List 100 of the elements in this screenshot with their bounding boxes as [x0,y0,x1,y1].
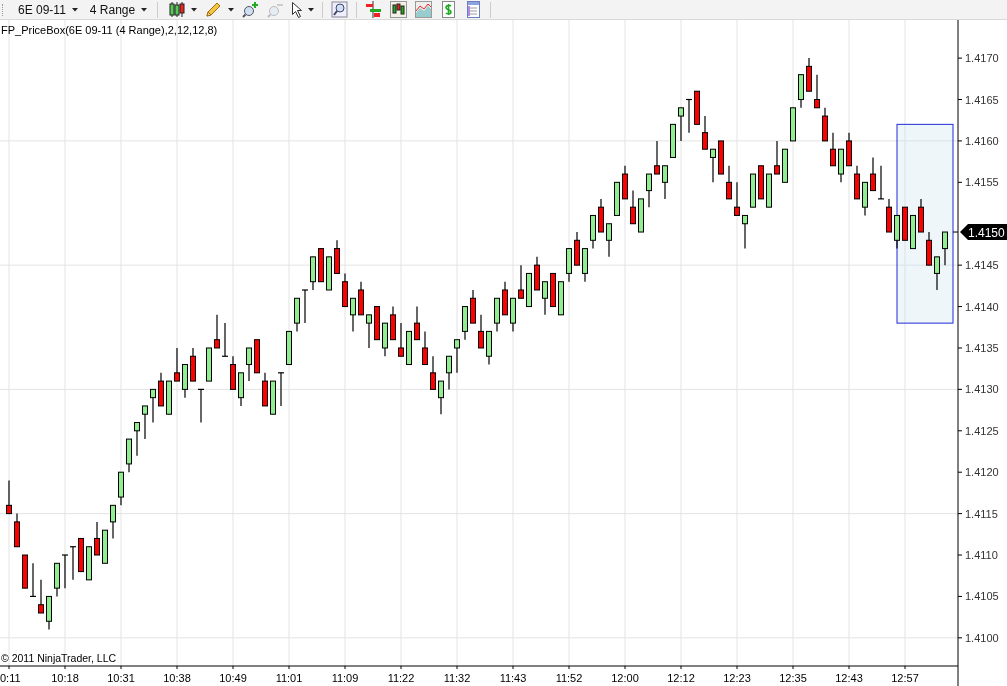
candlestick [582,248,588,283]
caret-icon [141,7,148,12]
candlestick [526,272,532,308]
candlestick [118,471,124,506]
price-label: 1.4140 [965,300,999,313]
candlestick [318,248,324,283]
candlestick [758,165,764,200]
candlestick [174,347,180,382]
candlestick [150,388,156,424]
candlestick [574,231,580,266]
candlestick [830,132,836,167]
time-label: 11:09 [331,672,359,684]
instrument-dropdown[interactable]: 6E 09-11 [14,0,82,19]
candlestick [494,297,500,332]
candlestick [102,529,108,564]
candlestick [646,173,652,208]
candlestick [590,214,596,250]
candlestick [798,74,804,109]
candlestick [110,504,116,540]
candlestick [14,513,20,548]
time-label: 12:00 [611,672,639,684]
candlestick [350,297,356,332]
time-label: 12:43 [835,672,863,684]
price-label: 1.4135 [965,341,999,354]
candlestick [502,281,508,316]
candlestick [638,198,644,233]
price-label: 1.4120 [965,466,999,479]
price-label: 1.4115 [965,507,998,520]
candlestick [374,305,380,341]
candlestick [390,305,396,341]
candlestick [734,181,740,217]
interval-dropdown[interactable]: 4 Range [85,0,152,19]
price-label: 1.4170 [965,52,999,65]
candlestick [190,347,196,382]
candlestick [790,107,796,142]
candlestick [382,322,388,357]
time-label: 11:01 [275,672,303,684]
candlestick [742,214,748,250]
candlestick [846,132,852,167]
candlestick [446,355,452,390]
magnifier-minus-icon [267,1,285,18]
time-label: 11:43 [499,672,527,684]
time-label: 11:22 [387,672,415,684]
candlestick [726,165,732,200]
candlestick [182,363,188,399]
price-label: 1.4155 [965,176,999,189]
price-label: 1.4100 [965,631,999,644]
candlestick [518,264,524,299]
candlestick [430,355,436,390]
price-label: 1.4145 [965,259,999,272]
bar-chart-icon [365,1,383,18]
candlestick [334,239,340,275]
candlestick [406,330,412,366]
price-label: 1.4105 [965,590,999,603]
candlestick [134,421,140,457]
candlestick [478,314,484,349]
time-label: 10:49 [219,672,247,684]
candlestick [622,165,628,200]
price-label: 1.4130 [965,383,999,396]
candlestick [166,380,172,415]
caret-icon [228,7,235,12]
price-label: 1.4165 [965,93,999,106]
candlestick [910,214,916,250]
candlestick [598,198,604,233]
candlestick [86,546,92,581]
candlestick [854,165,860,200]
time-label: 11:52 [555,672,583,684]
candlestick [197,388,205,424]
candlestick [158,372,164,407]
copyright-text: © 2011 NinjaTrader, LLC [1,652,117,664]
time-label: 12:35 [779,672,807,684]
candlestick [542,281,548,316]
last-price-tag: 1.4150 [960,224,1007,240]
candlestick [342,272,348,308]
price-label: 1.4125 [965,424,999,437]
caret-icon [71,7,78,12]
candlestick [662,165,668,200]
indicator-title: FP_PriceBox(6E 09-11 (4 Range),2,12,12,8) [1,24,218,36]
candlestick [94,521,100,556]
candlestick [766,173,772,208]
price-label: 1.4160 [965,134,999,147]
candlestick [126,438,132,473]
candlestick [566,248,572,283]
candlestick [454,339,460,374]
time-label: 10:38 [163,672,191,684]
time-label: 11:32 [443,672,471,684]
candlestick [702,115,708,150]
candlestick [806,57,812,92]
time-label: 12:57 [891,672,919,684]
candlestick [438,380,444,415]
time-label: 12:23 [723,672,751,684]
candlestick-chart-icon [390,1,408,18]
candlestick [630,190,636,225]
candlestick [862,181,868,217]
candlestick [750,173,756,208]
candlestick [718,140,724,175]
candlestick [326,256,332,291]
candlestick [550,272,556,308]
candlestick [358,281,364,316]
candlestick [462,305,468,341]
